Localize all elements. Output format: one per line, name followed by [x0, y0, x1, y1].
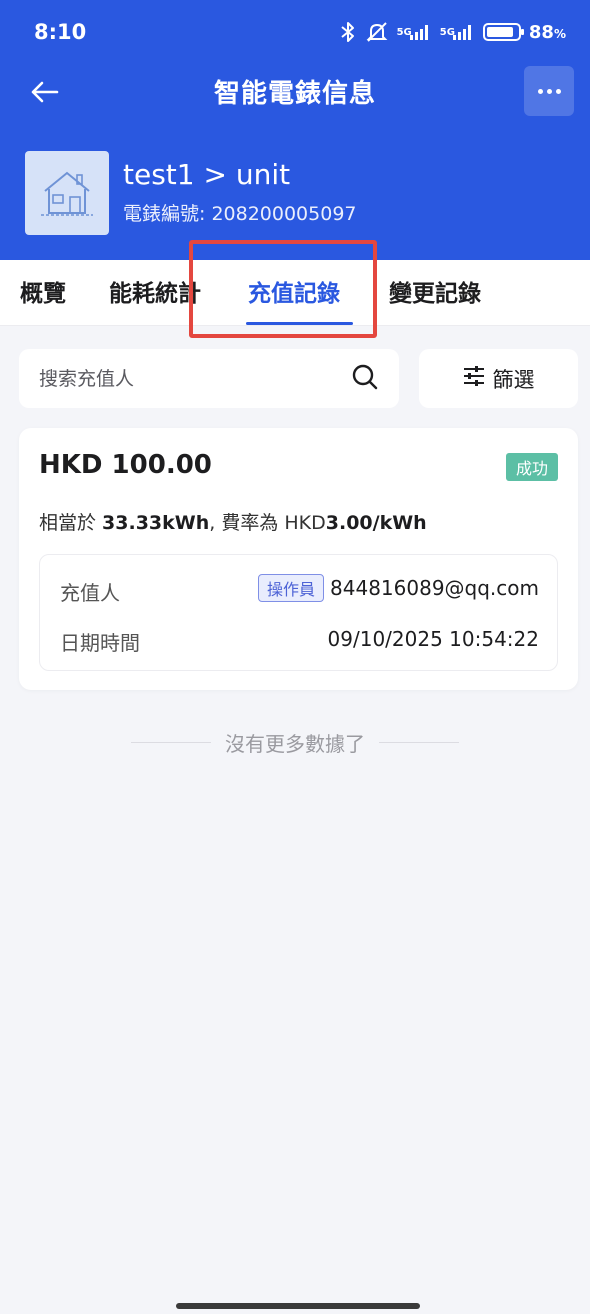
record-details: 充值人 操作員 844816089@qq.com 日期時間 09/10/2025… [39, 554, 558, 671]
tab-active-indicator [246, 322, 353, 325]
recharge-record-card[interactable]: HKD 100.00 成功 相當於 33.33kWh, 費率為 HKD3.00/… [19, 428, 578, 690]
back-button[interactable] [26, 74, 62, 110]
filter-label: 篩選 [492, 367, 535, 392]
page-title: 智能電錶信息 [213, 78, 376, 109]
tab-recharge-records[interactable]: 充值記錄 [248, 260, 340, 326]
meter-name: test1 > unit [123, 158, 291, 191]
status-time: 8:10 [34, 20, 87, 44]
status-bar: 8:10 5G 5G 88% [0, 0, 590, 64]
recharge-summary: 相當於 33.33kWh, 費率為 HKD3.00/kWh [39, 512, 427, 534]
arrow-left-icon [31, 81, 59, 103]
bluetooth-icon [339, 21, 357, 43]
tab-bar: 概覽 能耗統計 充值記錄 變更記錄 [0, 260, 590, 326]
search-input[interactable] [39, 367, 351, 390]
battery-icon [482, 23, 524, 41]
recharger-label: 充值人 [60, 581, 120, 605]
divider [379, 742, 459, 743]
mute-icon [365, 21, 389, 43]
filter-icon [463, 366, 485, 391]
recharger-value: 844816089@qq.com [330, 576, 539, 600]
nav-bar: 智能電錶信息 [0, 64, 590, 118]
datetime-label: 日期時間 [60, 631, 140, 655]
app-header: 8:10 5G 5G 88% 智能電錶信息 test1 > unit 電錶編號:… [0, 0, 590, 260]
meter-number: 電錶編號: 208200005097 [123, 203, 357, 225]
more-button[interactable] [524, 66, 574, 116]
filter-button[interactable]: 篩選 [419, 349, 578, 408]
no-more-text: 沒有更多數據了 [225, 732, 365, 756]
status-icons: 5G 5G 88% [339, 21, 566, 43]
tab-energy-stats[interactable]: 能耗統計 [109, 260, 201, 326]
battery-percent: 88% [528, 21, 566, 43]
tab-overview[interactable]: 概覽 [20, 260, 66, 326]
meter-info: test1 > unit 電錶編號: 208200005097 [25, 151, 357, 235]
divider [131, 742, 211, 743]
search-icon[interactable] [351, 363, 379, 395]
recharge-amount: HKD 100.00 [39, 450, 212, 480]
signal-icon-2: 5G [440, 24, 475, 40]
search-box[interactable] [19, 349, 399, 408]
home-indicator[interactable] [176, 1303, 420, 1309]
dot-icon [537, 88, 543, 94]
signal-icon: 5G [397, 24, 432, 40]
house-icon [25, 151, 109, 235]
tab-change-records[interactable]: 變更記錄 [389, 260, 481, 326]
datetime-value: 09/10/2025 10:54:22 [327, 627, 539, 651]
recharger-value-row: 操作員 844816089@qq.com [258, 574, 539, 602]
meter-text: test1 > unit 電錶編號: 208200005097 [123, 151, 357, 235]
status-badge: 成功 [505, 453, 558, 481]
role-badge: 操作員 [258, 574, 325, 602]
dot-icon [555, 88, 561, 94]
list-end-indicator: 沒有更多數據了 [0, 728, 590, 757]
dot-icon [546, 88, 552, 94]
